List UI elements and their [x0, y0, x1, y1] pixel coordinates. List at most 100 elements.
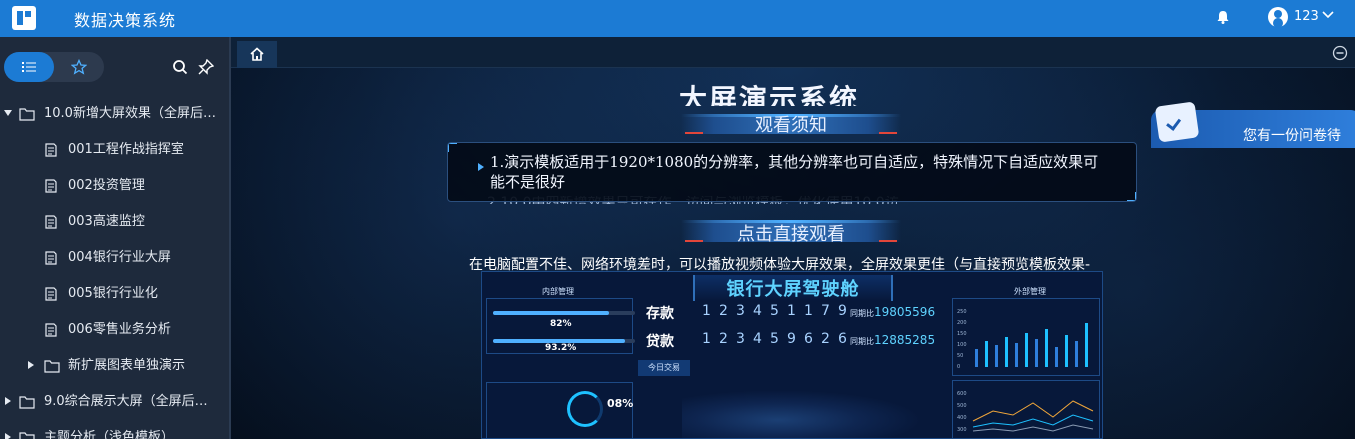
chart-bar — [985, 341, 988, 367]
search-icon[interactable] — [172, 59, 188, 75]
compare-value: 12885285 — [874, 333, 936, 347]
report-icon — [45, 215, 57, 229]
dashboard-preview[interactable]: 银行大屏驾驶舱 内部管理 外部管理 82% 93.2% 存款 1 2 3 4 5… — [481, 271, 1103, 439]
chart-bar — [1065, 335, 1068, 367]
digit: 5 — [770, 331, 779, 347]
folder-icon — [19, 396, 35, 409]
chart-bar — [995, 345, 998, 367]
tree-folder-theme[interactable]: 主题分析（浅色模板） — [0, 420, 229, 439]
folder-icon — [19, 432, 35, 439]
tree-item-label: 001工程作战指挥室 — [68, 142, 184, 157]
trend-line — [972, 400, 1094, 422]
notice-box: 1.演示模板适用于1920*1080的分辨率，其他分辨率也可自适应，特殊情况下自… — [447, 142, 1137, 202]
tree-report-item[interactable]: 002投资管理 — [0, 168, 229, 204]
trend-line-chart: 600 500 400 300 — [957, 391, 1094, 433]
corner-decoration — [1127, 192, 1136, 201]
collapse-icon[interactable] — [1332, 45, 1348, 61]
tree-item-label: 004银行行业大屏 — [68, 250, 171, 265]
axis-tick-label: 150 — [957, 331, 967, 337]
chart-bar — [1045, 329, 1048, 367]
tree-item-label: 006零售业务分析 — [68, 322, 171, 337]
chart-bar — [1025, 333, 1028, 367]
compare-value: 19805596 — [874, 305, 936, 319]
tab-favorites[interactable] — [54, 52, 104, 82]
sidebar-tab-switch — [4, 52, 104, 82]
axis-tick-label: 600 — [957, 391, 967, 397]
pin-icon[interactable] — [198, 59, 214, 75]
digit: 3 — [736, 303, 745, 319]
axis-tick-label: 50 — [957, 353, 963, 359]
list-icon — [22, 62, 36, 72]
tree-report-item[interactable]: 006零售业务分析 — [0, 312, 229, 348]
trend-panel: 600 500 400 300 — [952, 380, 1100, 438]
tree-item-label: 003高速监控 — [68, 214, 145, 229]
tree-report-item[interactable]: 001工程作战指挥室 — [0, 132, 229, 168]
tree-report-item[interactable]: 003高速监控 — [0, 204, 229, 240]
banner-accent — [685, 240, 703, 242]
folder-icon — [44, 360, 60, 373]
panel-title-external: 外部管理 — [1014, 287, 1046, 296]
notice-banner: 观看须知 — [681, 114, 901, 134]
digit: 1 — [702, 331, 711, 347]
user-avatar[interactable] — [1268, 7, 1288, 27]
survey-notice[interactable]: 您有一份问卷待 — [1143, 98, 1355, 148]
chart-bar — [1085, 323, 1088, 367]
tree-report-item[interactable]: 005银行行业化 — [0, 276, 229, 312]
survey-text: 您有一份问卷待 — [1243, 128, 1341, 144]
today-trade-button: 今日交易 — [638, 360, 690, 376]
tree-report-item[interactable]: 004银行行业大屏 — [0, 240, 229, 276]
tab-directory[interactable] — [4, 52, 54, 82]
watch-button[interactable]: 点击直接观看 — [681, 220, 901, 242]
tab-home[interactable] — [237, 41, 277, 68]
app-logo[interactable] — [12, 6, 36, 30]
map-area — [682, 390, 922, 438]
digit: 5 — [770, 303, 779, 319]
checklist-icon — [1154, 101, 1200, 143]
chart-bar — [1015, 343, 1018, 367]
digit: 3 — [736, 331, 745, 347]
report-icon — [45, 287, 57, 301]
tree-item-label: 002投资管理 — [68, 178, 145, 193]
banner-accent — [879, 240, 897, 242]
corner-decoration — [448, 143, 457, 152]
banner-accent — [685, 132, 703, 134]
digit: 2 — [719, 303, 728, 319]
tree-folder-extension[interactable]: 新扩展图表单独演示 — [0, 348, 229, 384]
internal-panel: 82% 93.2% — [486, 298, 635, 354]
digit: 4 — [753, 331, 762, 347]
compare-label: 同期比 — [850, 337, 874, 346]
caret-right-icon[interactable] — [5, 433, 11, 439]
digit: 9 — [787, 331, 796, 347]
bell-icon[interactable] — [1216, 10, 1230, 24]
caret-down-icon[interactable] — [4, 110, 12, 116]
chart-bar — [1075, 341, 1078, 367]
gauge-value: 08% — [607, 397, 634, 410]
tree-folder-10-0[interactable]: 10.0新增大屏效果（全屏后… — [0, 96, 229, 132]
stage-title: 大屏演示系统 — [679, 83, 860, 106]
chart-bar — [1035, 339, 1038, 367]
axis-tick-label: 200 — [957, 320, 967, 326]
digit: 6 — [838, 331, 847, 347]
preview-title: 银行大屏驾驶舱 — [693, 275, 893, 301]
caret-right-icon[interactable] — [28, 361, 34, 369]
gauge-ring — [567, 391, 603, 427]
axis-tick-label: 100 — [957, 342, 967, 348]
sidebar: 10.0新增大屏效果（全屏后… 001工程作战指挥室 002投资管理 003高速… — [0, 37, 229, 439]
deposit-label: 存款 — [646, 306, 674, 322]
app-title: 数据决策系统 — [74, 11, 177, 30]
progress-bar — [493, 311, 635, 315]
chart-bar — [1005, 337, 1008, 367]
tree-item-label: 005银行行业化 — [68, 286, 158, 301]
banner-decoration — [681, 220, 901, 223]
notice-text: 1.演示模板适用于1920*1080的分辨率，其他分辨率也可自适应，特殊情况下自… — [490, 153, 1099, 191]
user-name[interactable]: 123 — [1294, 9, 1319, 24]
digit: 1 — [702, 303, 711, 319]
progress-value: 82% — [550, 319, 572, 329]
chevron-down-icon[interactable] — [1322, 9, 1334, 21]
tree-folder-9-0[interactable]: 9.0综合展示大屏（全屏后… — [0, 384, 229, 420]
tree-item-label: 主题分析（浅色模板） — [44, 430, 175, 439]
digit: 2 — [821, 331, 830, 347]
watch-title: 点击直接观看 — [737, 224, 845, 243]
caret-right-icon[interactable] — [5, 397, 11, 405]
compare-label: 同期比 — [850, 309, 874, 318]
